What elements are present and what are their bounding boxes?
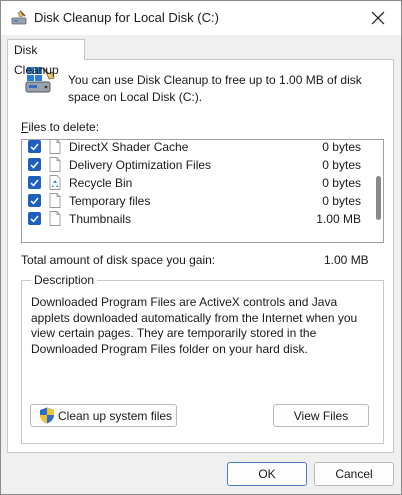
title-bar: Disk Cleanup for Local Disk (C:) [1,1,401,35]
file-icon [49,157,61,172]
info-text: You can use Disk Cleanup to free up to 1… [68,73,362,104]
file-size: 0 bytes [322,194,361,208]
file-icon [49,140,61,154]
file-size: 1.00 MB [316,212,361,226]
recycle-bin-icon [49,175,61,190]
file-icon [49,211,61,226]
total-space-label: Total amount of disk space you gain: [21,253,216,267]
description-text: Downloaded Program Files are ActiveX con… [31,295,358,356]
list-item[interactable]: DirectX Shader Cache 0 bytes [22,140,366,156]
disk-cleanup-icon [11,10,27,25]
file-name: Delivery Optimization Files [69,158,212,172]
checkmark-icon [30,161,39,169]
checkmark-icon [30,197,39,205]
checkbox[interactable] [28,176,41,189]
list-item[interactable]: Temporary files 0 bytes [22,192,366,210]
ok-button[interactable]: OK [227,462,307,486]
file-name: Recycle Bin [69,176,133,190]
checkbox[interactable] [28,158,41,171]
files-to-delete-label: Files to delete: [21,120,100,134]
list-item[interactable]: Recycle Bin 0 bytes [22,174,366,192]
disk-cleanup-panel: You can use Disk Cleanup to free up to 1… [7,59,394,453]
file-name: Thumbnails [69,212,132,226]
checkmark-icon [30,215,39,223]
checkmark-icon [30,179,39,187]
total-space-value: 1.00 MB [324,253,369,267]
file-size: 0 bytes [322,176,361,190]
view-files-button[interactable]: View Files [273,404,369,427]
file-name: DirectX Shader Cache [69,140,189,154]
list-item[interactable]: Delivery Optimization Files 0 bytes [22,156,366,174]
tab-disk-cleanup[interactable]: Disk Cleanup [7,39,85,77]
checkbox[interactable] [28,194,41,207]
clean-up-system-files-label: Clean up system files [58,408,173,423]
file-name: Temporary files [69,194,151,208]
window-title: Disk Cleanup for Local Disk (C:) [34,10,219,25]
description-legend: Description [31,273,98,287]
checkmark-icon [30,143,39,151]
list-item[interactable]: Thumbnails 1.00 MB [22,210,366,228]
uac-shield-icon [40,407,54,424]
cancel-button[interactable]: Cancel [314,462,394,486]
scrollbar-thumb[interactable] [376,176,381,220]
file-size: 0 bytes [322,158,361,172]
disk-cleanup-window: Disk Cleanup for Local Disk (C:) Disk Cl… [0,0,402,495]
checkbox[interactable] [28,212,41,225]
files-to-delete-list[interactable]: DirectX Shader Cache 0 bytes Delivery Op… [21,139,384,243]
checkbox[interactable] [28,140,41,153]
file-icon [49,193,61,208]
file-size: 0 bytes [322,140,361,154]
list-scrollbar[interactable] [373,141,383,241]
close-button[interactable] [363,6,393,30]
close-icon [371,11,385,25]
clean-up-system-files-button[interactable]: Clean up system files [30,404,177,427]
